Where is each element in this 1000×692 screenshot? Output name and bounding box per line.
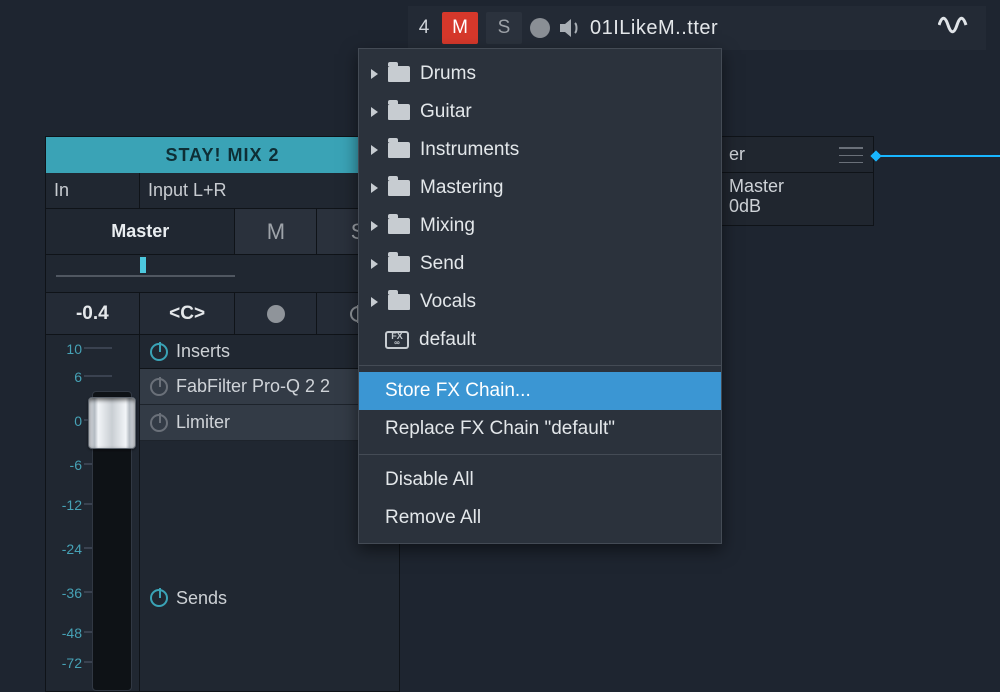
power-icon[interactable]	[150, 589, 168, 607]
fx-chain-context-menu: Drums Guitar Instruments Mastering Mixin…	[358, 48, 722, 544]
scale-label: -24	[52, 541, 82, 557]
menu-label: Drums	[420, 63, 476, 85]
input-row: In Input L+R	[46, 173, 399, 209]
menu-label: Store FX Chain...	[385, 380, 531, 402]
pan-indicator-icon	[140, 257, 146, 273]
menu-folder-instruments[interactable]: Instruments	[359, 131, 721, 169]
inserts-label: Inserts	[176, 341, 230, 362]
output-master[interactable]: Master	[46, 209, 235, 254]
scale-label: 10	[52, 341, 82, 357]
record-dot-icon	[267, 305, 285, 323]
power-icon[interactable]	[150, 414, 168, 432]
menu-folder-guitar[interactable]: Guitar	[359, 93, 721, 131]
channel-strip: STAY! MIX 2 In Input L+R Master M S -0.4…	[45, 136, 400, 692]
menu-label: Remove All	[385, 507, 481, 529]
insert-name: Limiter	[176, 412, 230, 433]
pan-track-icon	[56, 275, 235, 277]
folder-icon	[388, 142, 410, 158]
menu-folder-mastering[interactable]: Mastering	[359, 169, 721, 207]
folder-icon	[388, 256, 410, 272]
menu-item-default-chain[interactable]: FX∞ default	[359, 321, 721, 359]
scale-label: 6	[52, 369, 82, 385]
menu-label: default	[419, 329, 476, 351]
master-mute-solo-row: Master M S	[46, 209, 399, 255]
peek-master-label: Master	[729, 177, 863, 197]
menu-item-store-fx-chain[interactable]: Store FX Chain...	[359, 372, 721, 410]
scale-label: -48	[52, 625, 82, 641]
pan-value[interactable]: <C>	[140, 293, 236, 334]
folder-icon	[388, 294, 410, 310]
menu-separator-icon	[359, 454, 721, 455]
menu-item-replace-fx-chain[interactable]: Replace FX Chain "default"	[359, 410, 721, 448]
menu-item-disable-all[interactable]: Disable All	[359, 461, 721, 499]
expand-icon[interactable]	[839, 147, 863, 163]
peek-er-label: er	[729, 144, 745, 165]
menu-label: Mixing	[420, 215, 475, 237]
fader-scale: 10 6 0 -6 -12 -24 -36 -48 -72	[46, 335, 140, 692]
track-solo-button[interactable]: S	[486, 12, 522, 44]
folder-icon	[388, 66, 410, 82]
menu-folder-mixing[interactable]: Mixing	[359, 207, 721, 245]
menu-folder-vocals[interactable]: Vocals	[359, 283, 721, 321]
chevron-right-icon	[371, 221, 378, 231]
power-icon[interactable]	[150, 343, 168, 361]
fader-handle[interactable]	[88, 397, 136, 449]
peek-gain-label: 0dB	[729, 197, 863, 217]
folder-icon	[388, 180, 410, 196]
folder-icon	[388, 218, 410, 234]
peek-output[interactable]: Master 0dB	[719, 173, 873, 213]
record-button[interactable]	[235, 293, 317, 334]
scale-label: -72	[52, 655, 82, 671]
menu-label: Mastering	[420, 177, 503, 199]
monitor-icon[interactable]	[558, 18, 582, 38]
chevron-right-icon	[371, 145, 378, 155]
menu-label: Vocals	[420, 291, 476, 313]
channel-mute-button[interactable]: M	[235, 209, 317, 254]
menu-label: Replace FX Chain "default"	[385, 418, 615, 440]
track-number: 4	[414, 17, 434, 39]
scale-label: 0	[52, 413, 82, 429]
folder-icon	[388, 104, 410, 120]
track-row: 4 M S 01ILikeM..tter	[408, 6, 986, 50]
chevron-right-icon	[371, 259, 378, 269]
menu-label: Instruments	[420, 139, 519, 161]
menu-folder-drums[interactable]: Drums	[359, 55, 721, 93]
menu-item-remove-all[interactable]: Remove All	[359, 499, 721, 537]
fx-chain-icon: FX∞	[385, 331, 409, 349]
waveform-icon	[938, 15, 980, 41]
menu-label: Guitar	[420, 101, 472, 123]
sends-header[interactable]: Sends	[140, 581, 399, 615]
menu-label: Send	[420, 253, 464, 275]
channel-title: STAY! MIX 2	[46, 137, 399, 173]
automation-line-icon	[874, 155, 1000, 157]
menu-separator-icon	[359, 365, 721, 366]
track-mute-button[interactable]: M	[442, 12, 478, 44]
menu-label: Disable All	[385, 469, 474, 491]
scale-label: -12	[52, 497, 82, 513]
chevron-right-icon	[371, 183, 378, 193]
chevron-right-icon	[371, 297, 378, 307]
fader-section: 10 6 0 -6 -12 -24 -36 -48 -72 Inserts Fa…	[46, 335, 399, 692]
scale-label: -36	[52, 585, 82, 601]
channel-peek: er Master 0dB	[718, 136, 874, 226]
chevron-right-icon	[371, 107, 378, 117]
record-arm-icon[interactable]	[530, 18, 550, 38]
value-row: -0.4 <C>	[46, 293, 399, 335]
insert-name: FabFilter Pro-Q 2 2	[176, 376, 330, 397]
input-label: In	[46, 173, 140, 208]
gain-value[interactable]: -0.4	[46, 293, 140, 334]
menu-folder-send[interactable]: Send	[359, 245, 721, 283]
chevron-right-icon	[371, 69, 378, 79]
power-icon[interactable]	[150, 378, 168, 396]
pan-slider-area[interactable]	[46, 255, 399, 293]
scale-label: -6	[52, 457, 82, 473]
peek-row[interactable]: er	[719, 137, 873, 173]
track-name[interactable]: 01ILikeM..tter	[590, 17, 718, 40]
sends-label: Sends	[176, 588, 227, 609]
